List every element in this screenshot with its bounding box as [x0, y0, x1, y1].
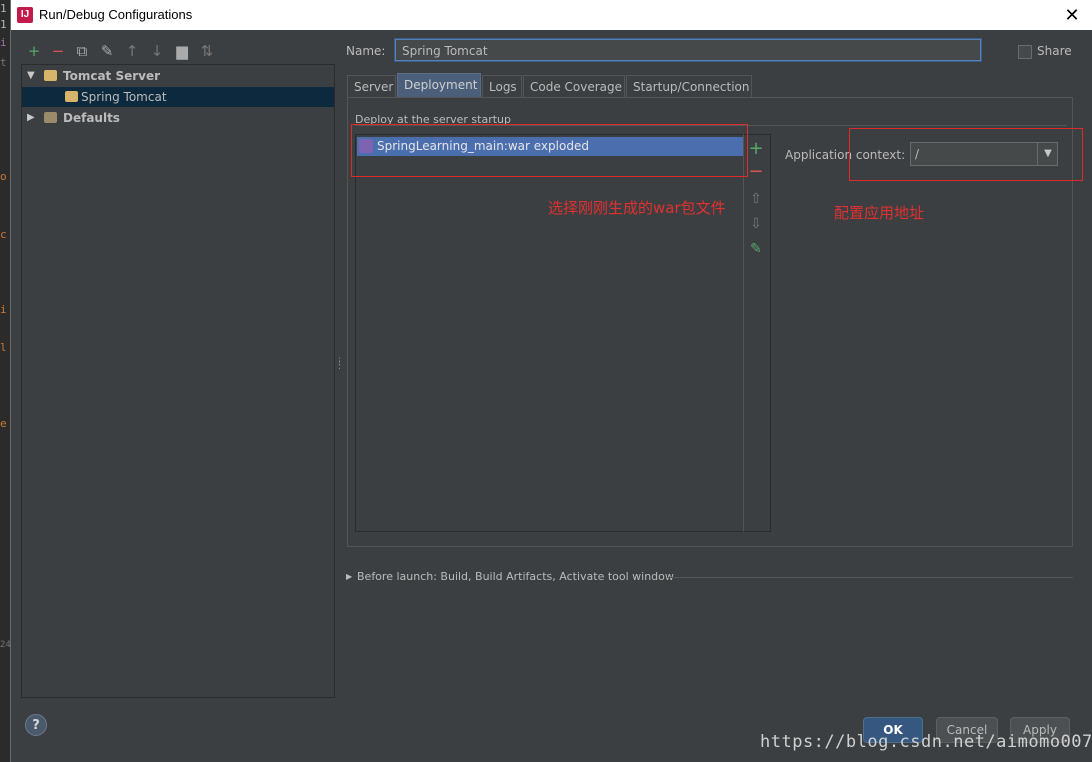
name-label: Name: [346, 44, 386, 58]
collapse-arrow-icon[interactable]: ▶ [27, 108, 35, 128]
remove-artifact-icon[interactable]: − [747, 163, 765, 181]
background-editor: 1 1 i t o c i l e 24 [0, 0, 11, 762]
annotation-context-note: 配置应用地址 [834, 204, 925, 222]
move-up-icon[interactable]: ⇧ [747, 191, 765, 207]
artifact-list[interactable] [355, 134, 745, 532]
annotation-box-artifact [351, 124, 748, 177]
name-field[interactable]: Spring Tomcat [395, 39, 981, 61]
intellij-icon: IJ [17, 7, 33, 23]
editor-fragment: o [0, 170, 7, 183]
splitter-handle[interactable]: ⋮ ⋮ [335, 358, 344, 376]
run-debug-dialog: IJ Run/Debug Configurations ✕ ▼ Tomcat S… [10, 0, 1092, 762]
defaults-wrench-icon [44, 112, 57, 123]
editor-fragment: t [0, 56, 7, 69]
copy-icon[interactable]: ⧉ [73, 42, 91, 60]
expand-arrow-icon[interactable]: ▶ [346, 572, 352, 581]
add-icon[interactable]: + [25, 42, 43, 60]
watermark: https://blog.csdn.net/aimomo007 [760, 732, 1092, 752]
section-divider [667, 577, 1073, 578]
add-artifact-icon[interactable]: + [747, 140, 765, 158]
close-button[interactable]: ✕ [1061, 4, 1083, 26]
editor-fragment: 1 [0, 2, 7, 15]
editor-fragment: c [0, 228, 7, 241]
expand-arrow-icon[interactable]: ▼ [27, 66, 35, 86]
folder-icon[interactable]: ▆ [173, 42, 191, 60]
edit-pencil-icon[interactable]: ✎ [747, 241, 765, 257]
move-up-icon[interactable]: ↑ [123, 42, 141, 60]
tree-node-tomcat-server[interactable]: ▼ Tomcat Server [22, 66, 334, 86]
remove-icon[interactable]: − [49, 42, 67, 60]
share-checkbox[interactable] [1018, 45, 1032, 59]
tree-item-label: Defaults [63, 111, 120, 125]
tree-item-label: Tomcat Server [63, 69, 161, 83]
move-down-icon[interactable]: ↓ [148, 42, 166, 60]
help-button[interactable]: ? [25, 714, 47, 736]
tree-node-spring-tomcat[interactable]: Spring Tomcat [22, 87, 334, 107]
tab-server[interactable]: Server [347, 75, 396, 97]
window-title: Run/Debug Configurations [39, 7, 193, 22]
editor-fragment: e [0, 417, 7, 430]
tab-deployment[interactable]: Deployment [397, 73, 481, 97]
before-launch-label[interactable]: Before launch: Build, Build Artifacts, A… [357, 570, 674, 583]
tab-startup-connection[interactable]: Startup/Connection [626, 75, 752, 97]
annotation-box-context [849, 128, 1083, 181]
editor-fragment: i [0, 36, 7, 49]
tab-code-coverage[interactable]: Code Coverage [523, 75, 625, 97]
sort-icon[interactable]: ⇅ [198, 42, 216, 60]
editor-fragment: i [0, 303, 7, 316]
config-tree[interactable]: ▼ Tomcat Server Spring Tomcat ▶ Defaults [21, 64, 335, 698]
annotation-artifact-note: 选择刚刚生成的war包文件 [548, 199, 726, 217]
tomcat-icon [44, 70, 57, 81]
editor-fragment: l [0, 341, 7, 354]
move-down-icon[interactable]: ⇩ [747, 216, 765, 232]
wrench-icon[interactable]: ✎ [98, 42, 116, 60]
tab-logs[interactable]: Logs [482, 75, 522, 97]
tomcat-icon [65, 91, 78, 102]
tree-item-label: Spring Tomcat [81, 90, 167, 104]
editor-fragment: 1 [0, 18, 7, 31]
share-label: Share [1037, 44, 1072, 58]
title-bar[interactable]: IJ Run/Debug Configurations ✕ [11, 0, 1092, 30]
tree-node-defaults[interactable]: ▶ Defaults [22, 108, 334, 128]
